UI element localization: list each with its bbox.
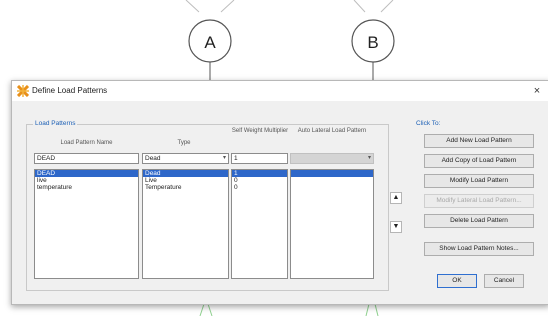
list-item[interactable]: Dead <box>143 170 228 177</box>
list-item[interactable]: Live <box>143 177 228 184</box>
show-load-pattern-notes-button[interactable]: Show Load Pattern Notes... <box>424 242 534 256</box>
define-load-patterns-dialog: Define Load Patterns × Load Patterns Loa… <box>11 80 548 305</box>
list-item[interactable] <box>291 177 373 184</box>
list-item[interactable] <box>291 170 373 177</box>
app-icon <box>17 85 29 97</box>
col-header-auto-lateral: Auto Lateral Load Pattern <box>297 128 367 134</box>
list-item[interactable]: Temperature <box>143 184 228 191</box>
modify-load-pattern-button[interactable]: Modify Load Pattern <box>424 174 534 188</box>
list-item[interactable]: 1 <box>232 170 287 177</box>
col-header-name: Load Pattern Name <box>60 140 113 146</box>
dialog-titlebar: Define Load Patterns × <box>12 81 548 101</box>
self-weight-input[interactable]: 1 <box>231 153 288 164</box>
grid-line <box>220 0 235 13</box>
load-pattern-type-select[interactable]: Dead ▾ <box>142 153 229 164</box>
arrow-down-icon: ▼ <box>392 223 400 230</box>
close-icon: × <box>533 85 541 97</box>
dialog-title: Define Load Patterns <box>32 86 108 95</box>
col-header-self-weight: Self Weight Multiplier <box>231 128 289 134</box>
delete-load-pattern-button[interactable]: Delete Load Pattern <box>424 214 534 228</box>
list-item[interactable] <box>291 184 373 191</box>
grid-bubble-a: A <box>188 19 232 80</box>
chevron-down-icon: ▾ <box>367 155 371 161</box>
click-to-label: Click To: <box>416 120 441 127</box>
list-item[interactable]: 0 <box>232 184 287 191</box>
list-item[interactable]: DEAD <box>35 170 138 177</box>
move-down-button[interactable]: ▼ <box>390 221 402 233</box>
close-button[interactable]: × <box>530 84 544 98</box>
self-weight-list[interactable]: 1 0 0 <box>231 169 288 279</box>
load-patterns-group-label: Load Patterns <box>33 120 78 127</box>
frame-line <box>199 303 205 316</box>
list-item[interactable]: temperature <box>35 184 138 191</box>
grid-bubble-b: B <box>351 19 395 80</box>
grid-line <box>380 0 394 13</box>
ok-button[interactable]: OK <box>437 274 477 288</box>
grid-line <box>353 0 366 13</box>
load-pattern-type-list[interactable]: Dead Live Temperature <box>142 169 229 279</box>
add-copy-load-pattern-button[interactable]: Add Copy of Load Pattern <box>424 154 534 168</box>
add-new-load-pattern-button[interactable]: Add New Load Pattern <box>424 134 534 148</box>
list-item[interactable]: live <box>35 177 138 184</box>
grid-bubble-label: B <box>367 33 378 52</box>
list-item[interactable]: 0 <box>232 177 287 184</box>
auto-lateral-select: ▾ <box>290 153 374 164</box>
modify-lateral-load-pattern-button: Modify Lateral Load Pattern... <box>424 194 534 208</box>
move-up-button[interactable]: ▲ <box>390 192 402 204</box>
cancel-button[interactable]: Cancel <box>484 274 524 288</box>
arrow-up-icon: ▲ <box>392 194 400 201</box>
chevron-down-icon: ▾ <box>222 155 226 161</box>
load-pattern-name-list[interactable]: DEAD live temperature <box>34 169 139 279</box>
frame-line <box>365 303 370 316</box>
load-pattern-name-input[interactable]: DEAD <box>34 153 139 164</box>
grid-bubble-label: A <box>204 33 216 52</box>
grid-line <box>185 0 200 13</box>
auto-lateral-list[interactable] <box>290 169 374 279</box>
frame-line <box>374 303 379 316</box>
col-header-type: Type <box>177 140 191 146</box>
frame-line <box>207 303 213 316</box>
